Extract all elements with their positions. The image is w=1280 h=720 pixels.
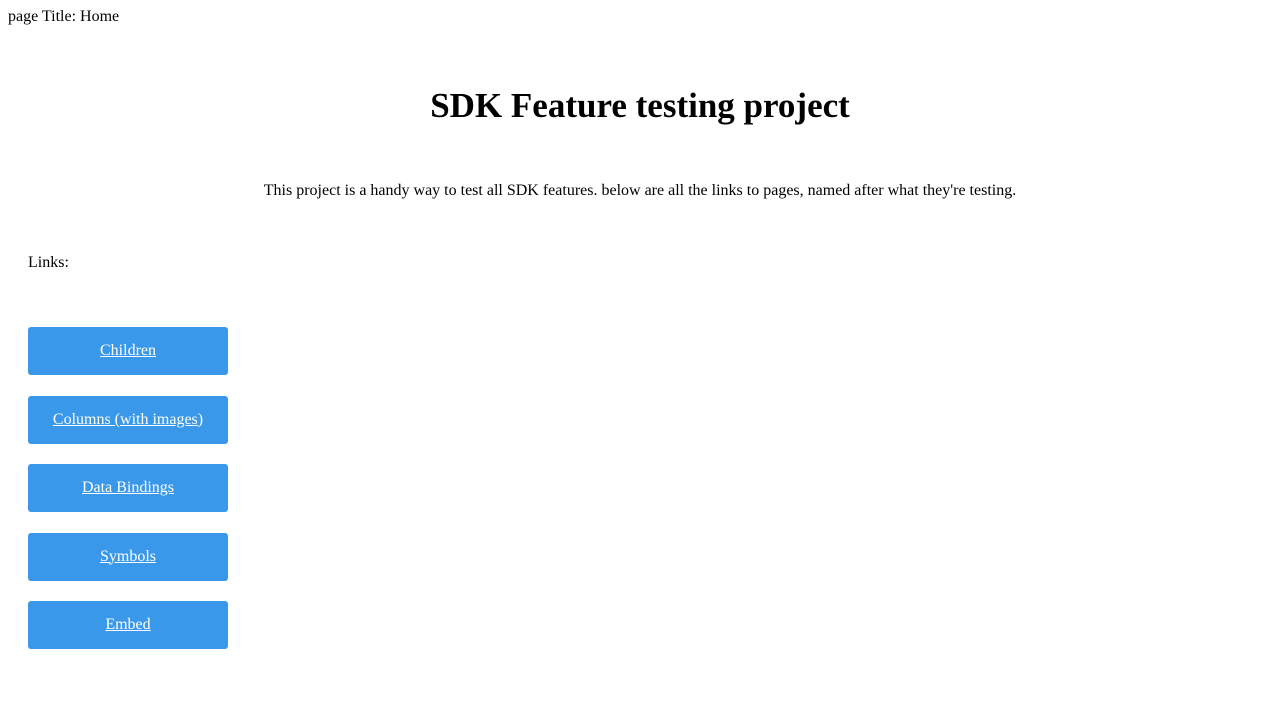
link-embed-button[interactable]: Embed — [28, 601, 228, 649]
link-data-bindings-button[interactable]: Data Bindings — [28, 464, 228, 512]
links-label: Links: — [28, 254, 69, 271]
link-columns-button[interactable]: Columns (with images) — [28, 395, 228, 444]
intro-paragraph: This project is a handy way to test all … — [263, 182, 1017, 199]
page-title-line: page Title: Home — [8, 8, 120, 25]
page-heading: SDK Feature testing project — [430, 86, 850, 125]
links-list: Children Columns (with images) Data Bind… — [28, 327, 228, 670]
link-children-button[interactable]: Children — [28, 327, 228, 375]
link-symbols-button[interactable]: Symbols — [28, 532, 228, 581]
